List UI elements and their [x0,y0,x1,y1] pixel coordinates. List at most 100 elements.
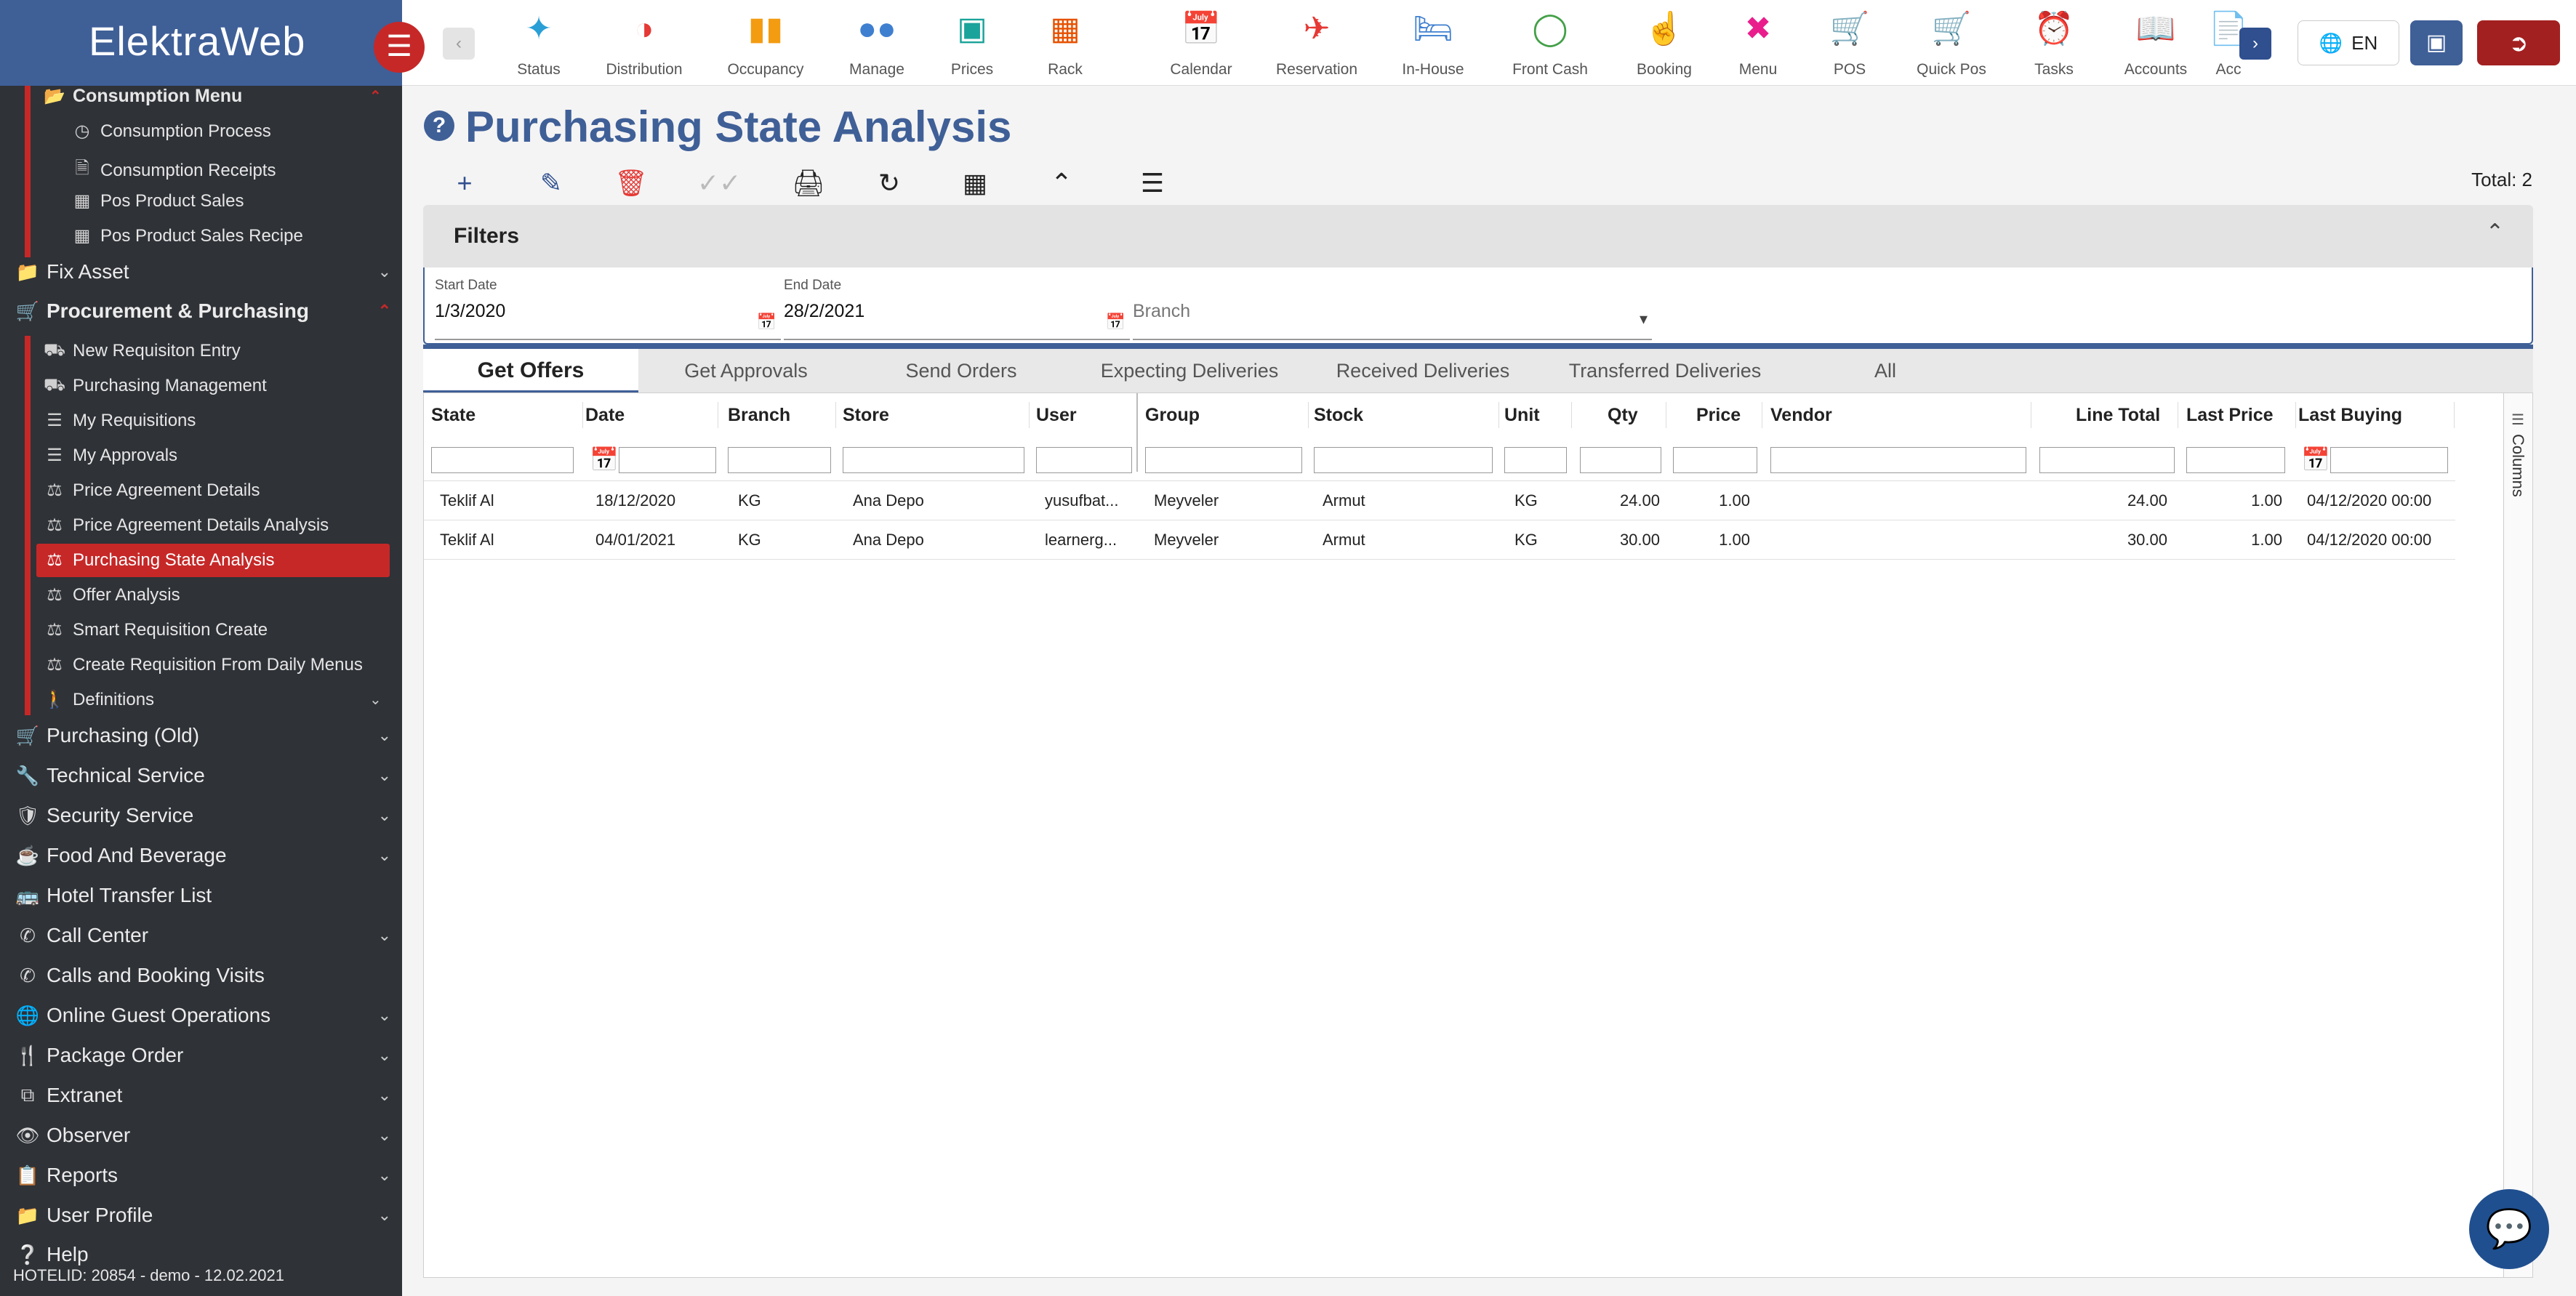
sidebar-item-calls-booking-visits[interactable]: ✆ Calls and Booking Visits [13,964,391,987]
nav-occupancy[interactable]: ▮▮ Occupancy [718,7,813,79]
print-button[interactable]: 🖨 [790,164,827,202]
sidebar-item-consumption-menu[interactable]: 📂 Consumption Menu ⌃ [42,86,382,107]
sidebar-item-technical-service[interactable]: 🔧 Technical Service ⌄ [13,764,391,787]
sidebar-item-purchasing-old[interactable]: 🛒 Purchasing (Old) ⌄ [13,724,391,747]
nav-manage[interactable]: ●● Manage [830,7,924,79]
nav-rack[interactable]: ▦ Rack [1018,7,1112,79]
nav-status[interactable]: ✦ Status [491,7,586,79]
tab-expecting-deliveries[interactable]: Expecting Deliveries [1069,349,1310,393]
sidebar-item-consumption-process[interactable]: ◷ Consumption Process [70,121,271,142]
nav-menu[interactable]: ✖ Menu [1711,7,1805,79]
start-date-field[interactable]: Start Date 1/3/2020 📅 [435,278,781,340]
calendar-icon[interactable]: 📅 [2301,446,2330,473]
excel-export-button[interactable]: ▦ [956,164,994,202]
col-header-last-buying[interactable]: Last Buying [2298,405,2402,426]
sidebar-item-extranet[interactable]: ⧉ Extranet ⌄ [13,1084,391,1107]
sidebar-item-user-profile[interactable]: 📁 User Profile ⌄ [13,1204,391,1227]
sidebar-item-consumption-receipts[interactable]: 🗎 Consumption Receipts [70,156,276,185]
filter-input-last-buying[interactable] [2330,447,2448,473]
col-header-price[interactable]: Price [1696,405,1741,426]
nav-prices[interactable]: ▣ Prices [925,7,1019,79]
nav-front-cash[interactable]: ◯ Front Cash [1503,7,1597,79]
tab-all[interactable]: All [1794,349,1976,393]
col-header-vendor[interactable]: Vendor [1770,405,1832,426]
col-header-group[interactable]: Group [1145,405,1200,426]
col-header-branch[interactable]: Branch [728,405,790,426]
sidebar-item-observer[interactable]: 👁 Observer ⌄ [13,1124,391,1147]
edit-button[interactable]: ✎ [532,164,570,202]
filter-input-line-total[interactable] [2039,447,2175,473]
nav-booking[interactable]: ☝ Booking [1617,7,1712,79]
start-date-value[interactable]: 1/3/2020 [435,301,781,322]
nav-tasks[interactable]: ⏰ Tasks [2007,7,2101,79]
filter-input-stock[interactable] [1314,447,1493,473]
sidebar-item-online-guest-operations[interactable]: 🌐 Online Guest Operations ⌄ [13,1004,391,1027]
sidebar-item-food-beverage[interactable]: ☕ Food And Beverage ⌄ [13,844,391,867]
sidebar-item-price-agreement-details[interactable]: ⚖ Price Agreement Details [42,480,260,501]
collapse-button[interactable]: ⌃ [1043,164,1080,202]
col-header-store[interactable]: Store [843,405,889,426]
language-button[interactable]: 🌐 EN [2298,20,2399,65]
sidebar-item-definitions[interactable]: 🚶 Definitions ⌄ [42,689,391,710]
options-menu-button[interactable]: ☰ [1133,164,1171,202]
tab-get-approvals[interactable]: Get Approvals [638,349,854,393]
hamburger-menu-button[interactable]: ☰ [374,22,425,73]
tab-received-deliveries[interactable]: Received Deliveries [1310,349,1536,393]
logout-button[interactable]: ➲ [2477,20,2560,65]
filter-input-user[interactable] [1036,447,1132,473]
calendar-icon[interactable]: 📅 [1106,313,1126,331]
filters-panel-header[interactable]: Filters ⌃ [423,205,2533,267]
nav-reservation[interactable]: ✈ Reservation [1269,7,1364,79]
sidebar-item-help[interactable]: ❔ Help [13,1244,391,1265]
col-header-stock[interactable]: Stock [1314,405,1363,426]
filter-input-store[interactable] [843,447,1024,473]
sidebar-item-hotel-transfer[interactable]: 🚌 Hotel Transfer List [13,884,391,907]
nav-scroll-left-button[interactable]: ‹ [443,28,475,60]
tab-transferred-deliveries[interactable]: Transferred Deliveries [1536,349,1794,393]
nav-in-house[interactable]: 🛏 In-House [1386,7,1480,79]
filter-input-last-price[interactable] [2186,447,2285,473]
chat-support-button[interactable]: 💬 [2469,1189,2549,1269]
sidebar-item-my-approvals[interactable]: ☰ My Approvals [42,445,177,466]
col-header-line-total[interactable]: Line Total [2076,405,2160,426]
filter-input-vendor[interactable] [1770,447,2026,473]
approve-button[interactable]: ✓✓ [697,164,741,202]
sidebar-item-reports[interactable]: 📋 Reports ⌄ [13,1164,391,1187]
nav-pos[interactable]: 🛒 POS [1802,7,1897,79]
sidebar-item-purchasing-management[interactable]: ⛟ Purchasing Management [42,375,267,397]
fullscreen-button[interactable]: ▣ [2410,20,2463,65]
sidebar-item-new-requisition[interactable]: ⛟ New Requisiton Entry [42,340,241,362]
filter-input-state[interactable] [431,447,574,473]
delete-button[interactable]: 🗑 [612,164,650,202]
table-row[interactable]: Teklif Al 04/01/2021 KG Ana Depo learner… [424,520,2455,560]
table-row[interactable]: Teklif Al 18/12/2020 KG Ana Depo yusufba… [424,481,2455,520]
col-header-user[interactable]: User [1036,405,1077,426]
filter-input-unit[interactable] [1504,447,1567,473]
sidebar-item-pos-product-sales[interactable]: ▦ Pos Product Sales [70,190,244,212]
filter-input-price[interactable] [1673,447,1757,473]
nav-accounts[interactable]: 📖 Accounts [2108,7,2203,79]
end-date-field[interactable]: End Date 28/2/2021 📅 [784,278,1130,340]
sidebar-item-call-center[interactable]: ✆ Call Center ⌄ [13,924,391,947]
tab-get-offers[interactable]: Get Offers [423,349,638,393]
chevron-up-icon[interactable]: ⌃ [2486,220,2504,245]
tab-send-orders[interactable]: Send Orders [854,349,1069,393]
sidebar-item-offer-analysis[interactable]: ⚖ Offer Analysis [42,584,180,605]
filter-input-group[interactable] [1145,447,1302,473]
sidebar-item-package-order[interactable]: 🍴 Package Order ⌄ [13,1044,391,1067]
nav-quick-pos[interactable]: 🛒 Quick Pos [1904,7,1999,79]
sidebar-item-pos-product-sales-recipe[interactable]: ▦ Pos Product Sales Recipe [70,225,303,246]
sidebar-item-requisition-daily-menus[interactable]: ⚖ Create Requisition From Daily Menus [42,654,363,675]
col-header-unit[interactable]: Unit [1504,405,1540,426]
columns-side-panel[interactable]: ☰ Columns [2503,393,2532,1277]
filter-input-qty[interactable] [1580,447,1661,473]
sidebar-item-fix-asset[interactable]: 📁 Fix Asset ⌄ [13,260,391,283]
add-button[interactable]: + [446,164,483,202]
col-header-date[interactable]: Date [585,405,625,426]
sidebar-item-price-agreement-analysis[interactable]: ⚖ Price Agreement Details Analysis [42,515,329,536]
calendar-icon[interactable]: 📅 [590,446,619,473]
help-icon[interactable]: ? [424,110,454,141]
nav-distribution[interactable]: ◑ Distribution [597,7,691,79]
nav-scroll-right-button[interactable]: › [2239,28,2271,60]
sidebar-item-security-service[interactable]: 🛡 Security Service ⌄ [13,804,391,827]
